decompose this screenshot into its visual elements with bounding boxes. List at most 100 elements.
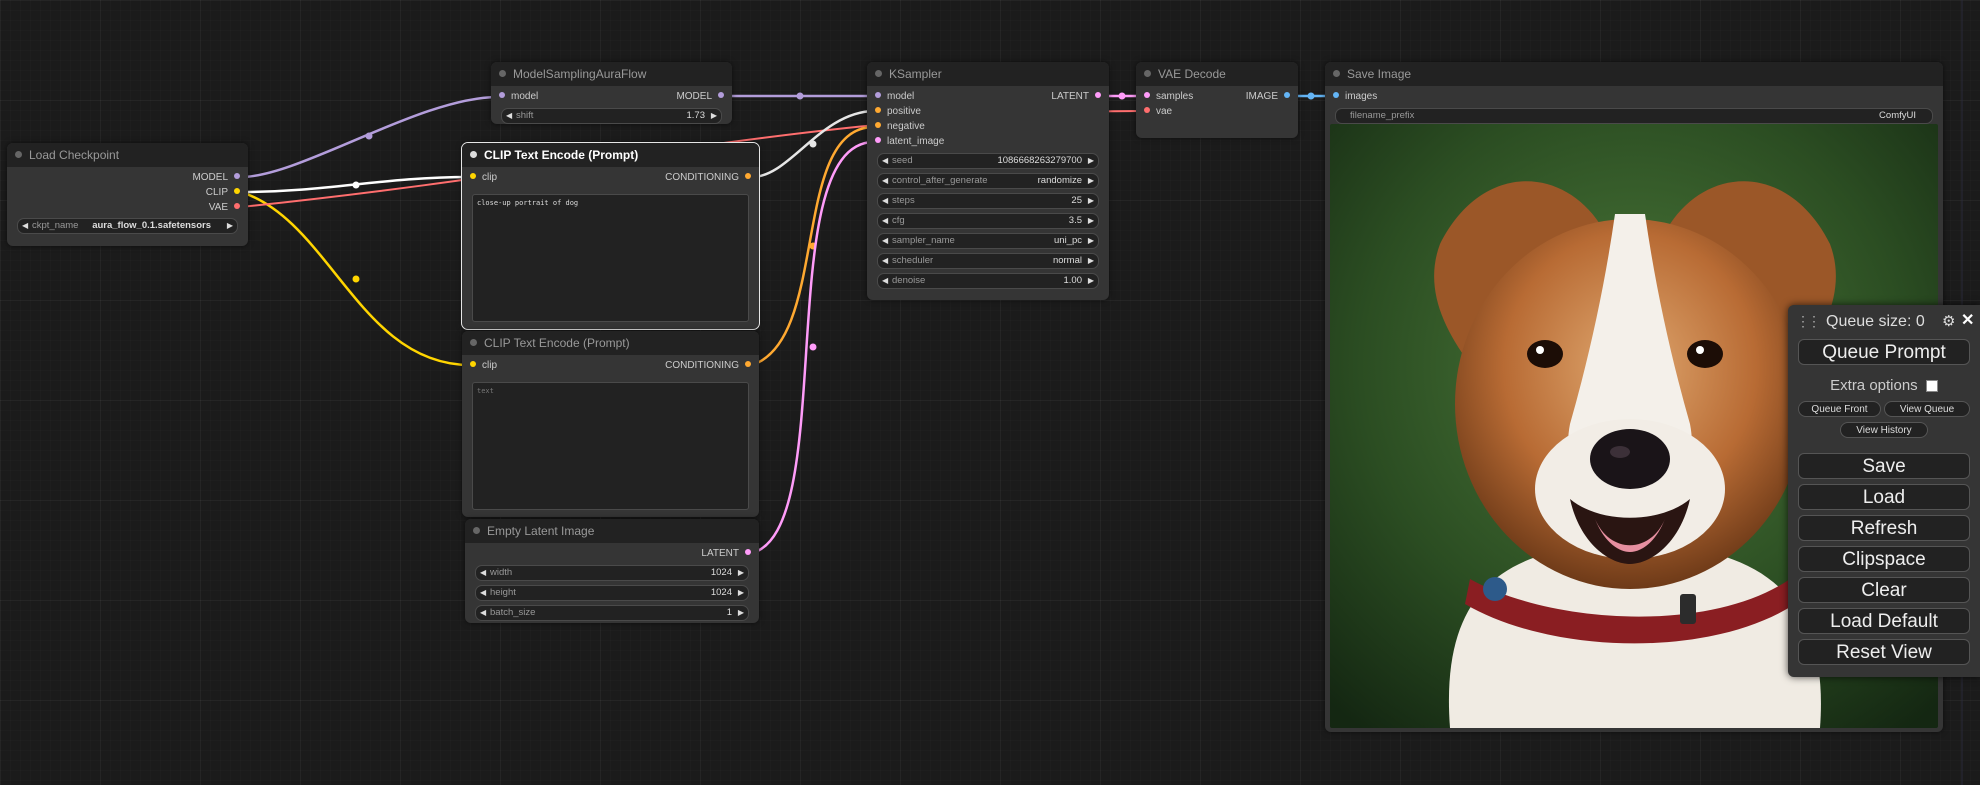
collapse-dot-icon[interactable] bbox=[1333, 70, 1340, 77]
increment-arrow-icon[interactable]: ▶ bbox=[1088, 234, 1094, 248]
node-vae-decode[interactable]: VAE Decode samples IMAGE vae bbox=[1136, 62, 1298, 138]
node-title[interactable]: VAE Decode bbox=[1136, 62, 1298, 86]
decrement-arrow-icon[interactable]: ◀ bbox=[480, 586, 486, 600]
drag-handle-icon[interactable]: ⋮⋮ bbox=[1796, 313, 1821, 330]
increment-arrow-icon[interactable]: ▶ bbox=[1088, 214, 1094, 228]
widget-batch-size[interactable]: ◀ batch_size 1 ▶ bbox=[475, 605, 749, 621]
decrement-arrow-icon[interactable]: ◀ bbox=[882, 174, 888, 188]
collapse-dot-icon[interactable] bbox=[470, 339, 477, 346]
collapse-dot-icon[interactable] bbox=[15, 151, 22, 158]
load-default-button[interactable]: Load Default bbox=[1798, 608, 1970, 634]
clear-button[interactable]: Clear bbox=[1798, 577, 1970, 603]
extra-options-checkbox[interactable] bbox=[1925, 380, 1938, 393]
increment-arrow-icon[interactable]: ▶ bbox=[1088, 274, 1094, 288]
increment-arrow-icon[interactable]: ▶ bbox=[738, 566, 744, 580]
increment-arrow-icon[interactable]: ▶ bbox=[1088, 194, 1094, 208]
node-title[interactable]: KSampler bbox=[867, 62, 1109, 86]
increment-arrow-icon[interactable]: ▶ bbox=[738, 606, 744, 620]
widget-denoise[interactable]: ◀ denoise 1.00 ▶ bbox=[877, 273, 1099, 289]
node-title[interactable]: Load Checkpoint bbox=[7, 143, 248, 167]
increment-arrow-icon[interactable]: ▶ bbox=[738, 586, 744, 600]
reset-view-button[interactable]: Reset View bbox=[1798, 639, 1970, 665]
decrement-arrow-icon[interactable]: ◀ bbox=[22, 219, 28, 233]
decrement-arrow-icon[interactable]: ◀ bbox=[882, 214, 888, 228]
input-slot-positive[interactable]: positive bbox=[875, 104, 921, 119]
load-button[interactable]: Load bbox=[1798, 484, 1970, 510]
collapse-dot-icon[interactable] bbox=[473, 527, 480, 534]
gear-icon[interactable]: ⚙ bbox=[1942, 312, 1955, 330]
node-model-sampling-auraflow[interactable]: ModelSamplingAuraFlow model MODEL ◀ shif… bbox=[491, 62, 732, 124]
input-slot-clip[interactable]: clip bbox=[470, 358, 497, 373]
queue-prompt-button[interactable]: Queue Prompt bbox=[1798, 339, 1970, 365]
widget-height[interactable]: ◀ height 1024 ▶ bbox=[475, 585, 749, 601]
node-load-checkpoint[interactable]: Load Checkpoint MODEL CLIP VAE ◀ ckpt_na… bbox=[7, 143, 248, 246]
input-slot-latent-image[interactable]: latent_image bbox=[875, 134, 944, 149]
view-history-button[interactable]: View History bbox=[1840, 422, 1928, 438]
refresh-button[interactable]: Refresh bbox=[1798, 515, 1970, 541]
decrement-arrow-icon[interactable]: ◀ bbox=[506, 109, 512, 123]
prompt-textarea[interactable]: close-up portrait of dog bbox=[472, 194, 749, 322]
decrement-arrow-icon[interactable]: ◀ bbox=[480, 606, 486, 620]
node-title[interactable]: Empty Latent Image bbox=[465, 519, 759, 543]
decrement-arrow-icon[interactable]: ◀ bbox=[882, 154, 888, 168]
node-ksampler[interactable]: KSampler model LATENT positive negative … bbox=[867, 62, 1109, 300]
node-title[interactable]: Save Image bbox=[1325, 62, 1943, 86]
close-icon[interactable]: ✕ bbox=[1961, 310, 1974, 330]
widget-ckpt-name[interactable]: ◀ ckpt_name aura_flow_0.1.safetensors ▶ bbox=[17, 218, 238, 234]
queue-front-button[interactable]: Queue Front bbox=[1798, 401, 1881, 417]
decrement-arrow-icon[interactable]: ◀ bbox=[882, 274, 888, 288]
input-slot-negative[interactable]: negative bbox=[875, 119, 925, 134]
link-model-checkpoint bbox=[240, 95, 499, 179]
slot-dot-icon bbox=[875, 92, 881, 99]
widget-scheduler[interactable]: ◀ scheduler normal ▶ bbox=[877, 253, 1099, 269]
output-slot-model[interactable]: MODEL bbox=[676, 89, 724, 104]
slot-dot-icon bbox=[718, 92, 724, 99]
node-title[interactable]: ModelSamplingAuraFlow bbox=[491, 62, 732, 86]
decrement-arrow-icon[interactable]: ◀ bbox=[882, 254, 888, 268]
widget-sampler-name[interactable]: ◀ sampler_name uni_pc ▶ bbox=[877, 233, 1099, 249]
view-queue-button[interactable]: View Queue bbox=[1884, 401, 1970, 417]
widget-seed[interactable]: ◀ seed 1086668263279700 ▶ bbox=[877, 153, 1099, 169]
collapse-dot-icon[interactable] bbox=[470, 151, 477, 158]
widget-control-after-generate[interactable]: ◀ control_after_generate randomize ▶ bbox=[877, 173, 1099, 189]
widget-steps[interactable]: ◀ steps 25 ▶ bbox=[877, 193, 1099, 209]
widget-shift[interactable]: ◀ shift 1.73 ▶ bbox=[501, 108, 722, 124]
input-slot-model[interactable]: model bbox=[875, 89, 914, 104]
node-empty-latent-image[interactable]: Empty Latent Image LATENT ◀ width 1024 ▶ ◀ h… bbox=[465, 519, 759, 623]
decrement-arrow-icon[interactable]: ◀ bbox=[480, 566, 486, 580]
collapse-dot-icon[interactable] bbox=[1144, 70, 1151, 77]
collapse-dot-icon[interactable] bbox=[875, 70, 882, 77]
input-slot-vae[interactable]: vae bbox=[1144, 104, 1172, 119]
output-slot-latent[interactable]: LATENT bbox=[1051, 89, 1101, 104]
decrement-arrow-icon[interactable]: ◀ bbox=[882, 194, 888, 208]
node-title[interactable]: CLIP Text Encode (Prompt) bbox=[462, 331, 759, 355]
input-slot-images[interactable]: images bbox=[1333, 89, 1377, 104]
output-slot-conditioning[interactable]: CONDITIONING bbox=[665, 170, 751, 185]
input-slot-samples[interactable]: samples bbox=[1144, 89, 1193, 104]
decrement-arrow-icon[interactable]: ◀ bbox=[882, 234, 888, 248]
clipspace-button[interactable]: Clipspace bbox=[1798, 546, 1970, 572]
node-clip-text-encode-negative[interactable]: CLIP Text Encode (Prompt) clip CONDITION… bbox=[462, 331, 759, 517]
widget-filename-prefix[interactable]: filename_prefix ComfyUI bbox=[1335, 108, 1933, 124]
increment-arrow-icon[interactable]: ▶ bbox=[227, 219, 233, 233]
increment-arrow-icon[interactable]: ▶ bbox=[1088, 254, 1094, 268]
widget-cfg[interactable]: ◀ cfg 3.5 ▶ bbox=[877, 213, 1099, 229]
output-slot-model[interactable]: MODEL bbox=[192, 170, 240, 185]
node-title[interactable]: CLIP Text Encode (Prompt) bbox=[462, 143, 759, 167]
input-slot-model[interactable]: model bbox=[499, 89, 538, 104]
output-slot-latent[interactable]: LATENT bbox=[701, 546, 751, 561]
collapse-dot-icon[interactable] bbox=[499, 70, 506, 77]
slot-dot-icon bbox=[470, 173, 476, 180]
output-slot-image[interactable]: IMAGE bbox=[1246, 89, 1290, 104]
widget-width[interactable]: ◀ width 1024 ▶ bbox=[475, 565, 749, 581]
output-slot-clip[interactable]: CLIP bbox=[206, 185, 240, 200]
input-slot-clip[interactable]: clip bbox=[470, 170, 497, 185]
output-slot-conditioning[interactable]: CONDITIONING bbox=[665, 358, 751, 373]
increment-arrow-icon[interactable]: ▶ bbox=[711, 109, 717, 123]
output-slot-vae[interactable]: VAE bbox=[209, 200, 240, 215]
prompt-textarea[interactable]: text bbox=[472, 382, 749, 510]
save-button[interactable]: Save bbox=[1798, 453, 1970, 479]
increment-arrow-icon[interactable]: ▶ bbox=[1088, 174, 1094, 188]
node-clip-text-encode-positive[interactable]: CLIP Text Encode (Prompt) clip CONDITION… bbox=[461, 142, 760, 330]
increment-arrow-icon[interactable]: ▶ bbox=[1088, 154, 1094, 168]
